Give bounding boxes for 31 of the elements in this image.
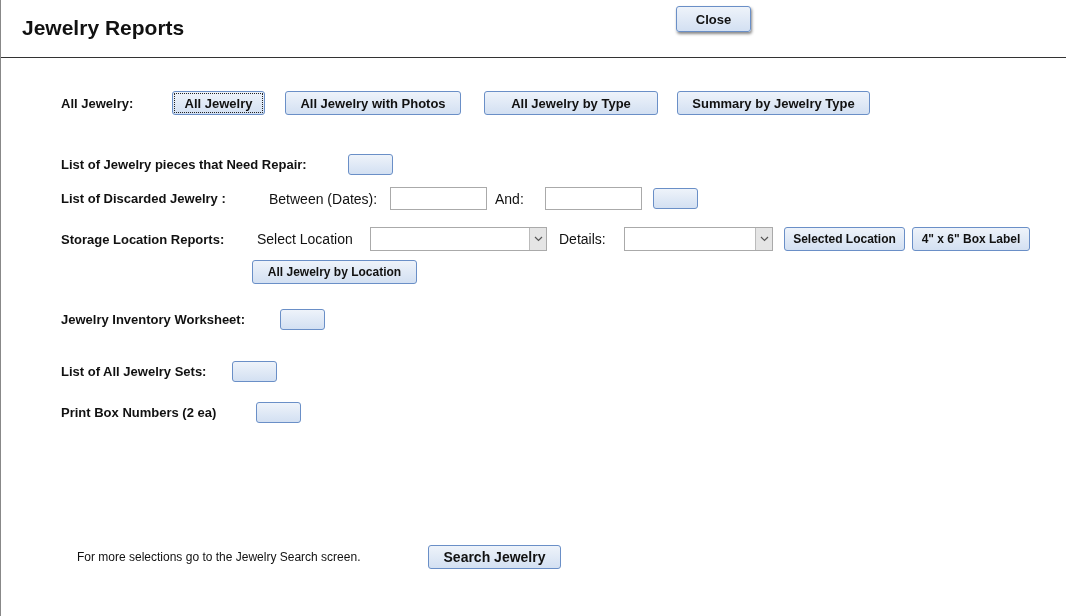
- report-button[interactable]: Selected Location: [784, 227, 905, 251]
- section-label: Storage Location Reports:: [61, 231, 226, 247]
- section-label: List of Jewelry pieces that Need Repair:: [61, 156, 308, 172]
- date-field[interactable]: [545, 187, 642, 210]
- form-title: Jewelry Reports: [22, 16, 186, 40]
- field-label: Details:: [559, 231, 607, 247]
- section-label: Print Box Numbers (2 ea): [61, 404, 218, 420]
- report-button[interactable]: Summary by Jewelry Type: [677, 91, 870, 115]
- section-label: List of All Jewelry Sets:: [61, 363, 208, 379]
- dropdown[interactable]: [370, 227, 547, 251]
- report-button[interactable]: All Jewelry by Location: [252, 260, 417, 284]
- report-button[interactable]: All Jewelry by Type: [484, 91, 658, 115]
- close-button[interactable]: Close: [676, 6, 751, 32]
- section-label: Jewelry Inventory Worksheet:: [61, 311, 246, 327]
- report-button[interactable]: [280, 308, 325, 330]
- field-label: And:: [495, 190, 525, 207]
- report-button[interactable]: [232, 360, 277, 382]
- report-button[interactable]: All Jewelry with Photos: [285, 91, 461, 115]
- date-field[interactable]: [390, 187, 487, 210]
- section-label: List of Discarded Jewelry :: [61, 191, 227, 206]
- report-button[interactable]: [348, 153, 393, 175]
- report-button[interactable]: All Jewelry: [172, 91, 265, 115]
- report-button[interactable]: [653, 188, 698, 209]
- dropdown[interactable]: [624, 227, 773, 251]
- section-label: All Jewelry:: [61, 95, 135, 111]
- report-button[interactable]: 4" x 6" Box Label: [912, 227, 1030, 251]
- report-button[interactable]: Search Jewelry: [428, 545, 561, 569]
- info-text: For more selections go to the Jewelry Search screen.: [77, 550, 362, 564]
- field-label: Select Location: [257, 231, 354, 247]
- report-button[interactable]: [256, 401, 301, 423]
- field-label: Between (Dates):: [269, 190, 379, 207]
